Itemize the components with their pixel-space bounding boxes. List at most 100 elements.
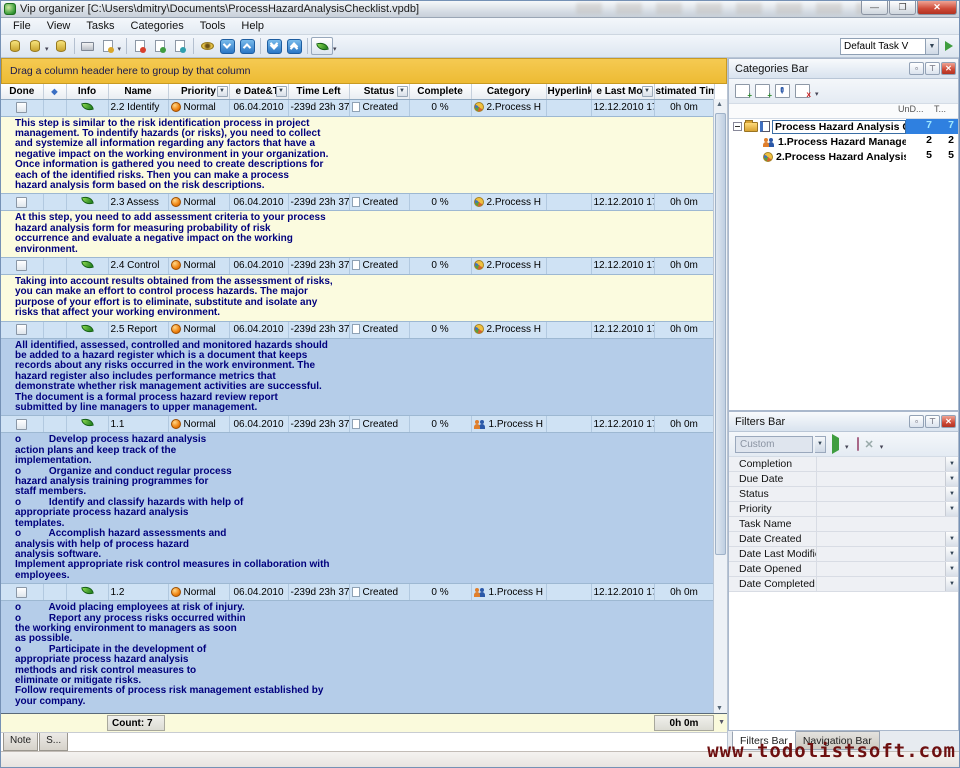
print-overflow-dropdown[interactable]: ▾ xyxy=(118,45,122,53)
edit-category-button[interactable]: ✎ xyxy=(775,84,790,98)
add-category-button[interactable]: + xyxy=(735,84,750,98)
categories-overflow-dropdown[interactable]: ▾ xyxy=(815,90,819,98)
menu-tools[interactable]: Tools xyxy=(192,19,234,33)
task-row[interactable]: 1.2 Normal 06.04.2010 -239d 23h 37m Crea… xyxy=(1,584,714,601)
open-database-dropdown[interactable]: ▾ xyxy=(45,45,49,53)
filter-dropdown-button[interactable]: ▼ xyxy=(945,532,958,546)
filter-value[interactable] xyxy=(817,457,945,471)
category-tree-item[interactable]: Process Hazard Analysis Chec 7 7 xyxy=(729,119,958,134)
done-checkbox[interactable] xyxy=(16,102,27,113)
task-description[interactable]: o Avoid placing employees at risk of inj… xyxy=(1,601,714,713)
minimize-button[interactable]: — xyxy=(861,1,888,15)
panel-pin-button[interactable]: ⊤ xyxy=(925,415,940,428)
filter-preset-combo[interactable]: Custom xyxy=(735,436,813,453)
col-priority[interactable]: Priority▼ xyxy=(168,84,229,99)
menu-categories[interactable]: Categories xyxy=(123,19,192,33)
menu-help[interactable]: Help xyxy=(233,19,272,33)
task-description[interactable]: At this step, you need to add assessment… xyxy=(1,211,714,258)
filter-dropdown-button[interactable]: ▼ xyxy=(945,472,958,486)
tab-subtasks[interactable]: S... xyxy=(39,733,68,751)
save-database-button[interactable] xyxy=(51,37,71,56)
apply-view-icon[interactable] xyxy=(945,41,953,51)
col-flag[interactable]: ◆ xyxy=(43,84,66,99)
task-row[interactable]: 2.2 Identify Normal 06.04.2010 -239d 23h… xyxy=(1,99,714,116)
priority-filter-button[interactable]: ▼ xyxy=(217,86,228,97)
move-down-button[interactable] xyxy=(217,37,237,56)
delete-task-button[interactable] xyxy=(170,37,190,56)
menu-view[interactable]: View xyxy=(39,19,79,33)
scroll-down-arrow[interactable]: ▼ xyxy=(718,719,725,726)
filter-dropdown-button[interactable]: ▼ xyxy=(945,457,958,471)
show-notes-toggle[interactable] xyxy=(311,37,333,55)
clear-filter-button[interactable] xyxy=(857,438,859,450)
edit-task-button[interactable] xyxy=(150,37,170,56)
move-up-button[interactable] xyxy=(237,37,257,56)
expand-all-button[interactable] xyxy=(264,37,284,56)
filter-dropdown-button[interactable]: ▼ xyxy=(945,547,958,561)
task-row[interactable]: 2.4 Control Normal 06.04.2010 -239d 23h … xyxy=(1,257,714,274)
task-view-dropdown[interactable]: ▼ xyxy=(926,38,939,55)
panel-close-button[interactable]: ✕ xyxy=(941,62,956,75)
task-view-combo[interactable]: Default Task V ▼ xyxy=(840,38,953,55)
filter-value[interactable] xyxy=(817,547,945,561)
category-label[interactable]: 1.Process Hazard Managemen xyxy=(778,136,906,148)
print-button[interactable] xyxy=(78,37,98,56)
task-description[interactable]: This step is similar to the risk identif… xyxy=(1,116,714,194)
collapse-icon[interactable] xyxy=(733,122,742,131)
print-preview-button[interactable] xyxy=(98,37,118,56)
col-hyperlink[interactable]: Hyperlink xyxy=(546,84,591,99)
task-description[interactable]: o Develop process hazard analysis action… xyxy=(1,433,714,584)
panel-close-button[interactable]: ✕ xyxy=(941,415,956,428)
category-label[interactable]: 2.Process Hazard Analysis Ste xyxy=(776,151,906,163)
task-row[interactable]: 1.1 Normal 06.04.2010 -239d 23h 37m Crea… xyxy=(1,416,714,433)
filter-dropdown-button[interactable]: ▼ xyxy=(945,562,958,576)
modified-filter-button[interactable]: ▼ xyxy=(642,86,653,97)
group-by-bar[interactable]: Drag a column header here to group by th… xyxy=(1,58,727,84)
filter-value[interactable] xyxy=(817,487,945,501)
maximize-button[interactable]: ❐ xyxy=(889,1,916,15)
col-due-date[interactable]: e Date&Ti▼ xyxy=(229,84,288,99)
filter-dropdown-button[interactable]: ▼ xyxy=(945,502,958,516)
vertical-scrollbar[interactable]: ▲ ▼ xyxy=(713,99,727,713)
filter-preset-dropdown[interactable]: ▼ xyxy=(815,436,826,453)
col-done[interactable]: Done xyxy=(1,84,43,99)
open-database-button[interactable] xyxy=(25,37,45,56)
done-checkbox[interactable] xyxy=(16,324,27,335)
total-column-header[interactable]: T... xyxy=(934,104,958,118)
task-row[interactable]: 2.5 Report Normal 06.04.2010 -239d 23h 3… xyxy=(1,321,714,338)
filter-value[interactable] xyxy=(817,577,945,591)
filters-overflow-dropdown[interactable]: ▾ xyxy=(880,443,884,451)
apply-filter-dropdown[interactable]: ▾ xyxy=(845,443,849,451)
col-estimated[interactable]: stimated Tim xyxy=(654,84,714,99)
task-description[interactable]: All identified, assessed, controlled and… xyxy=(1,338,714,416)
filter-value[interactable] xyxy=(817,502,945,516)
filter-dropdown-button[interactable]: ▼ xyxy=(945,487,958,501)
col-last-modified[interactable]: e Last Mod▼ xyxy=(591,84,654,99)
filter-value[interactable] xyxy=(817,532,945,546)
task-view-value[interactable]: Default Task V xyxy=(840,38,926,55)
scroll-down-arrow[interactable]: ▼ xyxy=(716,705,723,712)
col-status[interactable]: Status▼ xyxy=(349,84,409,99)
panel-restore-button[interactable]: ▫ xyxy=(909,415,924,428)
tab-note[interactable]: Note xyxy=(3,733,38,751)
filter-value[interactable] xyxy=(817,472,945,486)
panel-restore-button[interactable]: ▫ xyxy=(909,62,924,75)
done-checkbox[interactable] xyxy=(16,197,27,208)
task-description[interactable]: Taking into account results obtained fro… xyxy=(1,274,714,321)
filter-dropdown-button[interactable]: ▼ xyxy=(945,577,958,591)
panel-pin-button[interactable]: ⊤ xyxy=(925,62,940,75)
undone-column-header[interactable]: UnD... xyxy=(898,104,934,118)
add-subcategory-button[interactable]: + xyxy=(755,84,770,98)
scrollbar-thumb[interactable] xyxy=(715,113,726,555)
toolbar-overflow-dropdown[interactable]: ▾ xyxy=(333,45,337,53)
col-name[interactable]: Name xyxy=(108,84,168,99)
menu-tasks[interactable]: Tasks xyxy=(78,19,122,33)
new-database-button[interactable] xyxy=(5,37,25,56)
new-task-button[interactable] xyxy=(130,37,150,56)
category-tree-item[interactable]: 2.Process Hazard Analysis Ste 5 5 xyxy=(729,149,958,164)
status-filter-button[interactable]: ▼ xyxy=(397,86,408,97)
remove-filter-button[interactable]: ✕ xyxy=(865,438,874,451)
view-notes-button[interactable] xyxy=(197,37,217,56)
col-time-left[interactable]: Time Left xyxy=(288,84,349,99)
col-info[interactable]: Info xyxy=(66,84,108,99)
